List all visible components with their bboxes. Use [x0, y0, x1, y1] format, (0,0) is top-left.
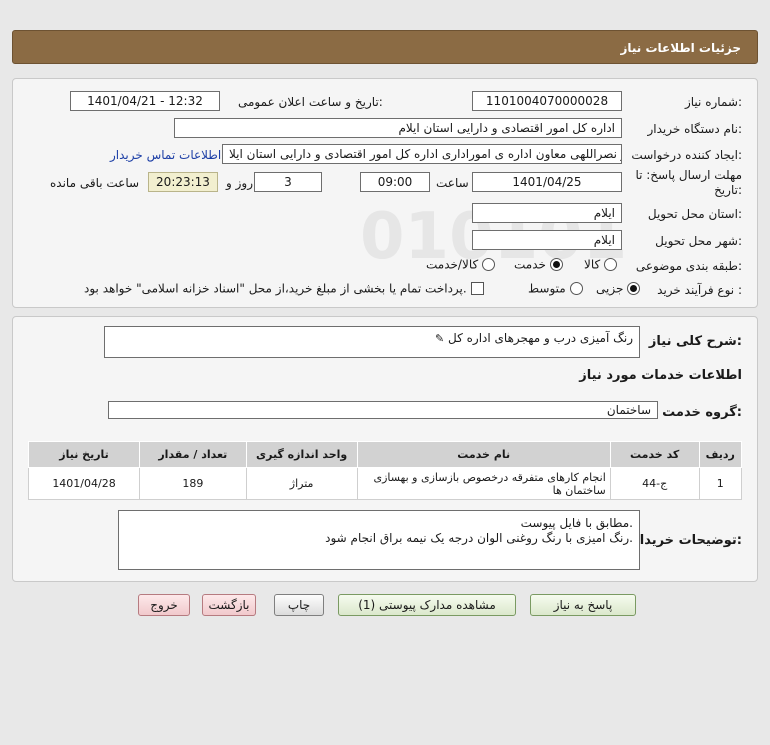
- process-option-medium[interactable]: متوسط: [528, 281, 583, 296]
- radio-selected-icon[interactable]: [549, 258, 563, 271]
- creator-label: ایجاد کننده درخواست:: [631, 148, 742, 162]
- table-cell: 1401/04/28: [27, 467, 141, 500]
- city-field: ایلام: [472, 230, 622, 250]
- table-row[interactable]: 1 ج-44 انجام کارهای متفرقه درخصوص بازساز…: [27, 467, 743, 500]
- buyer-org-label: نام دستگاه خریدار:: [647, 122, 743, 136]
- reply-button[interactable]: پاسخ به نیاز: [530, 594, 636, 616]
- service-group-field: ساختمان: [108, 401, 658, 419]
- pencil-icon: ✎: [434, 332, 445, 345]
- table-cell: انجام کارهای متفرقه درخصوص بازسازی و بهس…: [356, 467, 611, 500]
- announce-date-label: تاریخ و ساعت اعلان عمومی:: [238, 95, 383, 109]
- table-cell: 1: [698, 467, 743, 500]
- table-cell: 189: [139, 467, 247, 500]
- print-button[interactable]: چاپ: [274, 594, 324, 616]
- column-header: ردیف: [698, 441, 743, 468]
- radio-icon[interactable]: [604, 258, 618, 271]
- payment-note[interactable]: پرداخت تمام یا بخشی از مبلغ خرید،از محل …: [84, 281, 484, 296]
- page-header: جزئیات اطلاعات نیاز: [12, 30, 758, 64]
- city-label: شهر محل تحویل:: [655, 234, 742, 248]
- radio-selected-icon[interactable]: [627, 282, 641, 295]
- table-header-row: ردیف کد خدمت نام خدمت واحد اندازه گیری ت…: [27, 441, 743, 468]
- services-title: اطلاعات خدمات مورد نیاز: [579, 368, 742, 383]
- radio-icon[interactable]: [482, 258, 496, 271]
- summary-label: شرح کلی نیاز:: [648, 334, 742, 349]
- deadline-date-field: 1401/04/25: [472, 172, 622, 192]
- column-header: کد خدمت: [609, 441, 700, 468]
- service-group-label: گروه خدمت:: [662, 405, 742, 420]
- column-header: واحد اندازه گیری: [245, 441, 358, 468]
- table-cell: ج-44: [609, 467, 700, 500]
- need-number-label: شماره نیاز:: [684, 95, 742, 109]
- province-label: استان محل تحویل:: [647, 207, 742, 221]
- announce-date-field: 1401/04/21 - 12:32: [70, 91, 220, 111]
- exit-button[interactable]: خروج: [138, 594, 190, 616]
- table-cell: متراژ: [245, 467, 358, 500]
- column-header: تاریخ نیاز: [27, 441, 141, 468]
- process-option-partial[interactable]: جزیی: [596, 281, 641, 296]
- checkbox-icon[interactable]: [470, 282, 484, 295]
- process-label: نوع فرآیند خرید :: [657, 283, 742, 297]
- days-field: 3: [254, 172, 322, 192]
- deadline-time-field: 09:00: [360, 172, 430, 192]
- buyer-notes-field: مطابق با فایل پیوست. رنگ امیزی با رنگ رو…: [118, 510, 640, 570]
- days-label: روز و: [226, 176, 253, 190]
- deadline-label: مهلت ارسال پاسخ: تا تاریخ:: [635, 168, 742, 197]
- creator-field: امیر نصراللهی معاون اداره ی اموراداری اد…: [222, 144, 622, 164]
- column-header: تعداد / مقدار: [139, 441, 247, 468]
- category-option-service[interactable]: خدمت: [514, 257, 563, 272]
- need-number-field: 1101004070000028: [472, 91, 622, 111]
- deadline-time-label: ساعت: [436, 176, 469, 190]
- category-option-goods-service[interactable]: کالا/خدمت: [426, 257, 496, 272]
- page-title: جزئیات اطلاعات نیاز: [620, 41, 741, 55]
- radio-icon[interactable]: [569, 282, 583, 295]
- category-label: طبقه بندی موضوعی:: [635, 259, 742, 273]
- buyer-contact-link[interactable]: اطلاعات تماس خریدار: [110, 148, 221, 162]
- services-table: ردیف کد خدمت نام خدمت واحد اندازه گیری ت…: [27, 441, 743, 500]
- province-field: ایلام: [472, 203, 622, 223]
- buyer-notes-label: توضیحات خریدار:: [632, 533, 742, 548]
- column-header: نام خدمت: [356, 441, 611, 468]
- remaining-time-field: 20:23:13: [148, 172, 218, 192]
- category-option-goods[interactable]: کالا: [584, 257, 618, 272]
- summary-field: ✎ رنگ آمیزی درب و مهجرهای اداره کل: [104, 326, 640, 358]
- attachments-button[interactable]: مشاهده مدارک پیوستی (1): [338, 594, 516, 616]
- back-button[interactable]: بازگشت: [202, 594, 256, 616]
- remaining-time-label: ساعت باقی مانده: [50, 176, 140, 190]
- buyer-org-field: اداره کل امور اقتصادی و دارایی استان ایل…: [174, 118, 622, 138]
